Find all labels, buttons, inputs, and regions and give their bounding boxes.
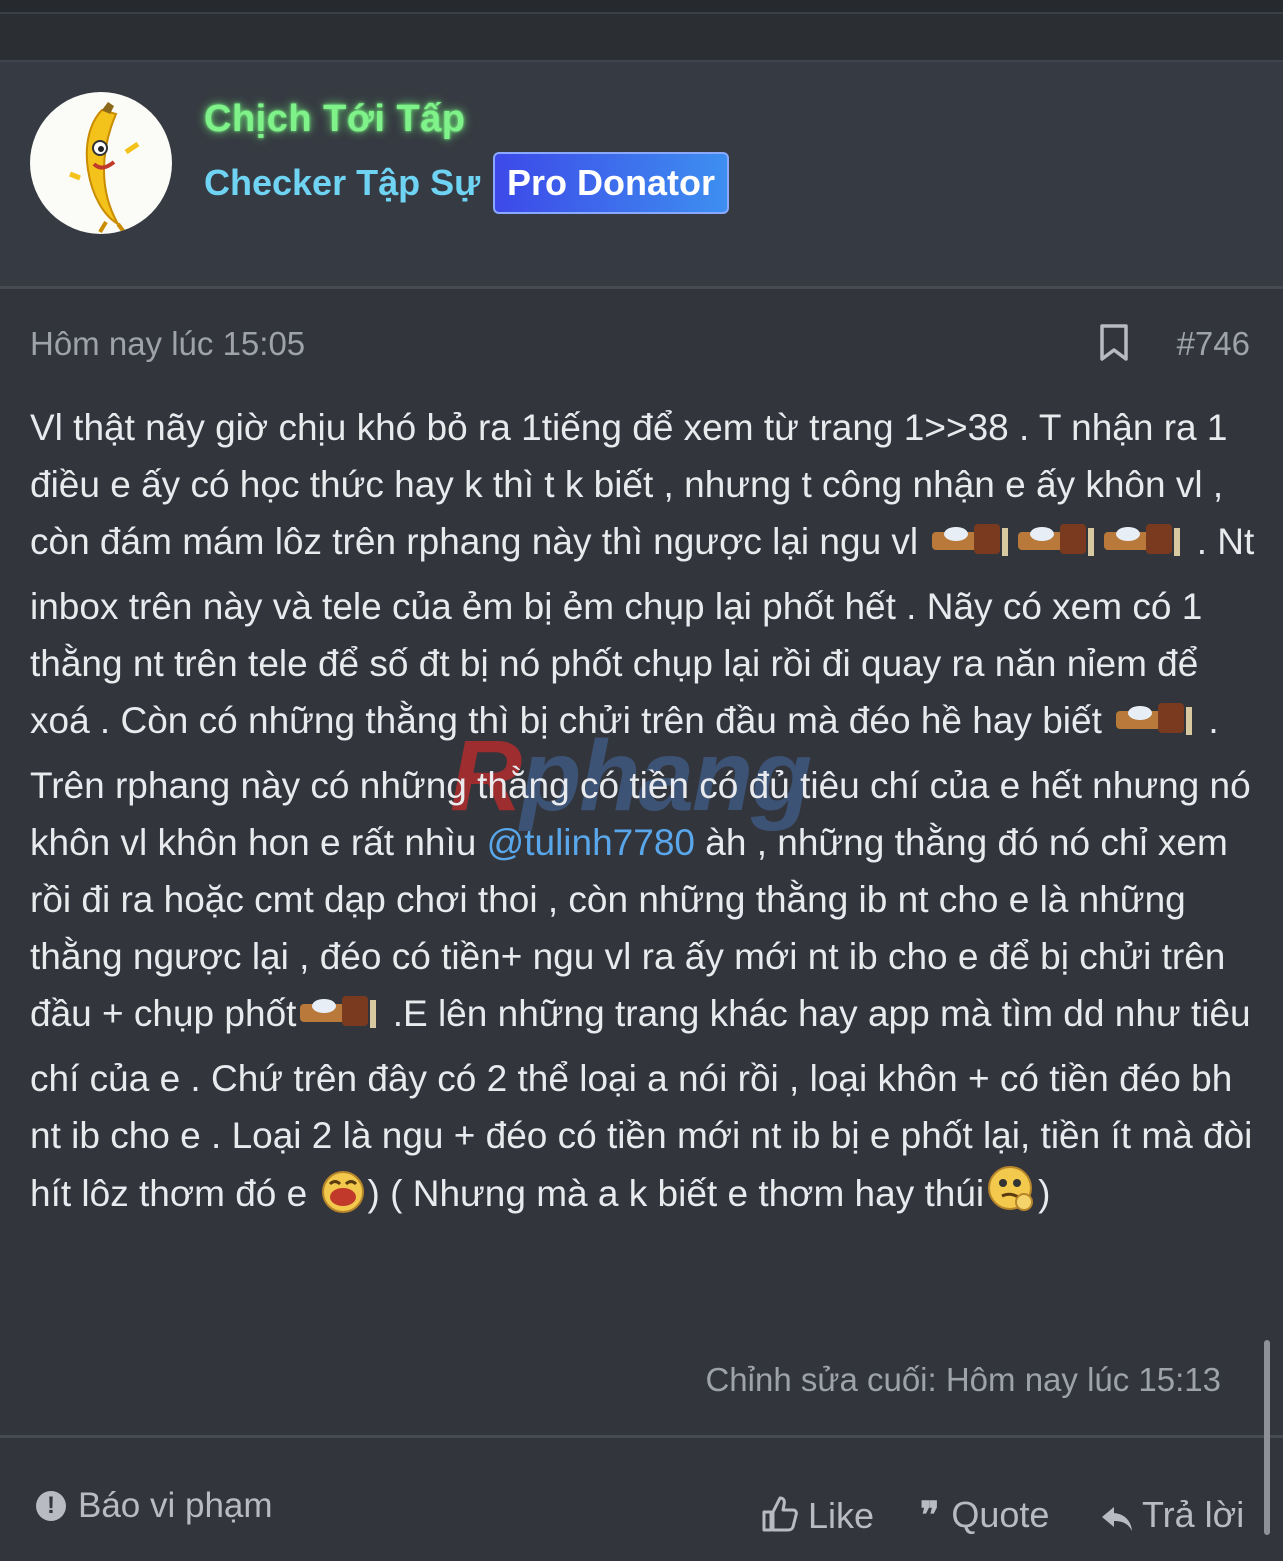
thinking-face-icon: [984, 1164, 1038, 1230]
bookmark-icon[interactable]: [1098, 323, 1130, 363]
quote-label: Quote: [951, 1494, 1050, 1535]
smilie-gun-icon: [296, 990, 382, 1050]
reply-label: Trả lời: [1142, 1494, 1245, 1535]
laughing-face-icon: [318, 1170, 368, 1230]
thumbs-up-icon: [762, 1496, 798, 1532]
post-message: Vl thật nãy giờ chịu khó bỏ ra 1tiếng để…: [30, 399, 1258, 1230]
quote-button[interactable]: ❞ Quote: [920, 1494, 1049, 1536]
like-button[interactable]: Like: [760, 1494, 874, 1537]
alert-icon: !: [36, 1491, 66, 1521]
report-label: Báo vi phạm: [78, 1486, 273, 1525]
smilie-gun-icon: [1112, 697, 1198, 757]
author-title: Checker Tập Sự: [204, 162, 481, 203]
message-text-7: ): [1038, 1173, 1051, 1214]
banana-avatar-icon: [69, 102, 140, 234]
reply-button[interactable]: Trả lời: [1100, 1494, 1244, 1536]
report-button[interactable]: ! Báo vi phạm: [36, 1486, 273, 1526]
smilie-gun-icon: [1014, 518, 1100, 578]
page-gap: [0, 14, 1283, 60]
avatar[interactable]: [30, 92, 172, 234]
post-body: Hôm nay lúc 15:05 #746 Rphang Vl thật nã…: [0, 289, 1283, 1435]
post-actions-bar: ! Báo vi phạm Like ❞ Quote Trả lời: [0, 1438, 1283, 1561]
reply-icon: [1102, 1507, 1132, 1531]
post-date[interactable]: Hôm nay lúc 15:05: [30, 325, 305, 363]
author-name[interactable]: Chịch Tới Tấp: [204, 98, 466, 141]
post-number[interactable]: #746: [1177, 325, 1250, 363]
quote-icon: ❞: [920, 1494, 940, 1535]
user-mention-link[interactable]: @tulinh7780: [487, 822, 695, 863]
top-bar: [0, 0, 1283, 14]
smilie-gun-icon: [1100, 518, 1186, 578]
post-author-header: Chịch Tới Tấp Checker Tập Sự Pro Donator: [0, 60, 1283, 288]
like-label: Like: [808, 1495, 875, 1536]
last-edited-note: Chỉnh sửa cuối: Hôm nay lúc 15:13: [705, 1361, 1221, 1398]
message-text-6: ) ( Nhưng mà a k biết e thơm hay thúi: [367, 1173, 985, 1214]
scrollbar[interactable]: [1264, 1340, 1270, 1535]
donator-badge: Pro Donator: [493, 152, 730, 214]
smilie-gun-icon: [928, 518, 1014, 578]
